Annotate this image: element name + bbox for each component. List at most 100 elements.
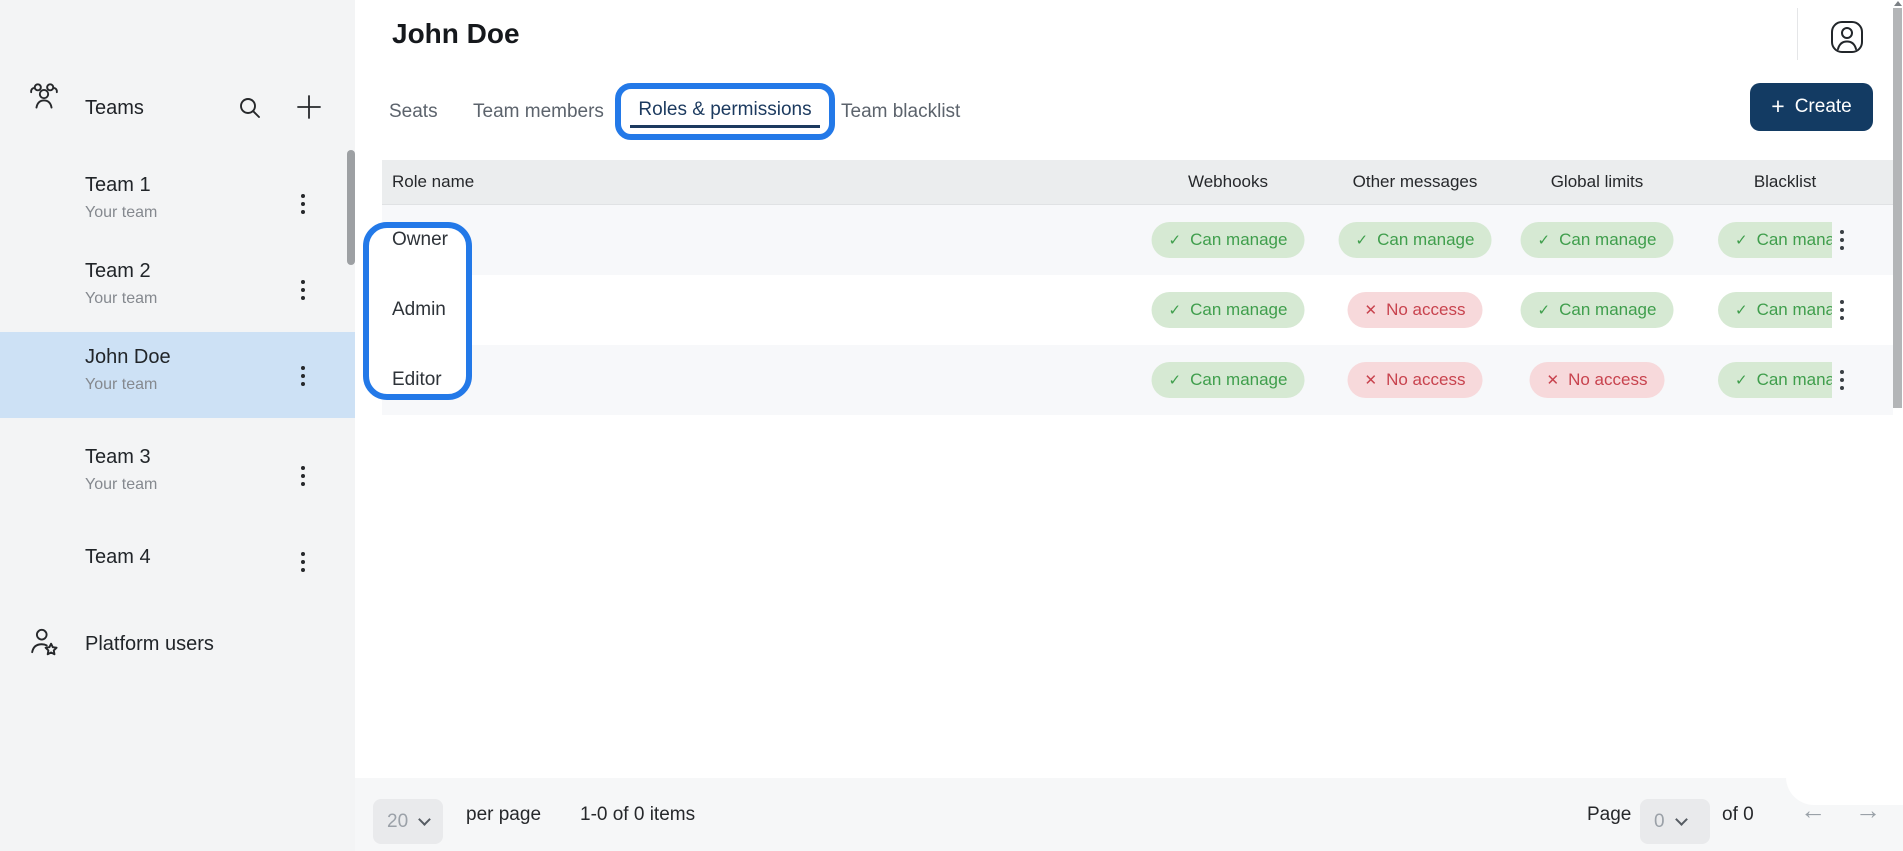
x-icon: ✕: [1365, 371, 1378, 389]
permission-badge: ✓Can manage: [1152, 222, 1305, 258]
team-name: Team 2: [85, 260, 151, 283]
page-number-select[interactable]: 0: [1640, 799, 1710, 844]
kebab-menu-icon[interactable]: [300, 193, 316, 215]
check-icon: ✓: [1735, 301, 1748, 319]
check-icon: ✓: [1356, 231, 1369, 249]
items-summary: 1-0 of 0 items: [580, 804, 695, 826]
role-name: Admin: [392, 299, 446, 321]
check-icon: ✓: [1735, 371, 1748, 389]
tab-team-blacklist[interactable]: Team blacklist: [841, 101, 960, 123]
floating-panel-corner: [1786, 700, 1903, 805]
sidebar-item-john-doe[interactable]: John Doe Your team: [0, 332, 355, 418]
permission-badge: ✓ Can manage: [1521, 222, 1674, 258]
tab-seats[interactable]: Seats: [389, 101, 438, 123]
table-row-owner: Owner ✓ Can manage ✓ Can manage ✓ Can manag…: [382, 205, 1893, 275]
page-scrollbar[interactable]: [1893, 8, 1902, 408]
pagination-footer: 20 per page 1-0 of 0 items Page 0 of 0 ←…: [355, 778, 1903, 851]
permission-badge-clipped: ✓Can manage: [1718, 292, 1832, 328]
tab-roles-permissions[interactable]: Roles & permissions: [615, 83, 835, 140]
check-icon: ✓: [1538, 231, 1551, 249]
team-subtitle: Your team: [85, 204, 157, 222]
role-name: Editor: [392, 369, 442, 391]
check-icon: ✓: [1538, 301, 1551, 319]
tab-team-members[interactable]: Team members: [473, 101, 604, 123]
sidebar-title: Teams: [85, 97, 144, 120]
column-blacklist: Blacklist: [1754, 172, 1816, 192]
row-kebab-menu-icon[interactable]: [1839, 369, 1855, 391]
row-kebab-menu-icon[interactable]: [1839, 229, 1855, 251]
column-other-messages: Other messages: [1353, 172, 1478, 192]
permission-badge: ✓ Can manage: [1152, 362, 1305, 398]
teams-group-icon: [26, 80, 62, 116]
role-name: Owner: [392, 229, 448, 251]
badge-label: Can manage: [1757, 370, 1832, 390]
sidebar-item-team-2[interactable]: Team 2 Your team: [0, 246, 355, 332]
check-icon: ✓: [1735, 231, 1748, 249]
badge-label: Can manage: [1377, 230, 1474, 250]
badge-label: Can manage: [1559, 300, 1656, 320]
table-row-admin: Admin ✓ Can manage ✕ No access ✓ Can manage…: [382, 275, 1893, 345]
chevron-down-icon: [418, 813, 431, 826]
team-name: John Doe: [85, 346, 171, 369]
team-subtitle: Your team: [85, 376, 157, 394]
sidebar-item-team-1[interactable]: Team 1 Your team: [0, 160, 355, 246]
permission-badge: ✕ No access: [1348, 362, 1483, 398]
header-divider: [1797, 8, 1798, 60]
page-label: Page: [1587, 804, 1631, 826]
chevron-down-icon: [1675, 813, 1688, 826]
platform-users-icon: [26, 624, 62, 660]
badge-label: Can manage: [1190, 300, 1287, 320]
badge-label: Can manage: [1757, 230, 1832, 250]
badge-label: No access: [1568, 370, 1647, 390]
kebab-menu-icon[interactable]: [300, 551, 316, 573]
create-button-label: Create: [1795, 96, 1852, 118]
active-tab-underline: [630, 125, 820, 128]
per-page-value: 20: [387, 811, 408, 833]
permission-badge-clipped: ✓ Can manage: [1718, 222, 1832, 258]
column-global-limits: Global limits: [1551, 172, 1644, 192]
permission-badge: ✓ Can manage: [1521, 292, 1674, 328]
per-page-select[interactable]: 20: [373, 799, 443, 844]
badge-label: No access: [1386, 300, 1465, 320]
row-kebab-menu-icon[interactable]: [1839, 299, 1855, 321]
permission-badge-clipped: ✓ Can manage: [1718, 362, 1832, 398]
x-icon: ✕: [1547, 371, 1560, 389]
permission-badge: ✓ Can manage: [1152, 292, 1305, 328]
table-row-editor: Editor ✓ Can manage ✕ No access ✕ No access…: [382, 345, 1893, 415]
check-icon: ✓: [1169, 301, 1182, 319]
add-team-icon[interactable]: [294, 92, 324, 122]
page-title: John Doe: [392, 18, 520, 50]
user-avatar-icon[interactable]: [1830, 20, 1864, 54]
kebab-menu-icon[interactable]: [300, 365, 316, 387]
plus-icon: +: [1771, 95, 1784, 118]
kebab-menu-icon[interactable]: [300, 279, 316, 301]
column-webhooks: Webhooks: [1188, 172, 1268, 192]
badge-label: No access: [1386, 370, 1465, 390]
team-name: Team 1: [85, 174, 151, 197]
sidebar-item-platform-users[interactable]: Platform users: [0, 618, 355, 676]
sidebar-item-team-3[interactable]: Team 3 Your team: [0, 432, 355, 518]
check-icon: ✓: [1169, 371, 1182, 389]
badge-label: Can manage: [1559, 230, 1656, 250]
main-content: [355, 0, 1903, 851]
badge-label: Can manage: [1190, 370, 1287, 390]
x-icon: ✕: [1365, 301, 1378, 319]
teams-sidebar: Teams Team 1 Your team Team 2 Your team …: [0, 0, 355, 851]
permission-badge: ✕ No access: [1348, 292, 1483, 328]
platform-users-label: Platform users: [85, 633, 214, 656]
per-page-label: per page: [466, 804, 541, 826]
team-name: Team 4: [85, 546, 151, 569]
scroll-up-arrow-icon[interactable]: [1894, 1, 1902, 6]
table-header-row: Role name Webhooks Other messages Global…: [382, 160, 1893, 205]
tab-roles-permissions-label: Roles & permissions: [638, 99, 811, 121]
search-icon[interactable]: [236, 94, 264, 122]
roles-table: Role name Webhooks Other messages Global…: [382, 160, 1893, 415]
page-count-label: of 0: [1722, 804, 1754, 826]
page-number-value: 0: [1654, 811, 1665, 833]
team-subtitle: Your team: [85, 290, 157, 308]
create-button[interactable]: + Create: [1750, 83, 1873, 131]
team-name: Team 3: [85, 446, 151, 469]
column-role-name: Role name: [392, 172, 474, 192]
sidebar-item-team-4[interactable]: Team 4: [0, 518, 355, 604]
kebab-menu-icon[interactable]: [300, 465, 316, 487]
